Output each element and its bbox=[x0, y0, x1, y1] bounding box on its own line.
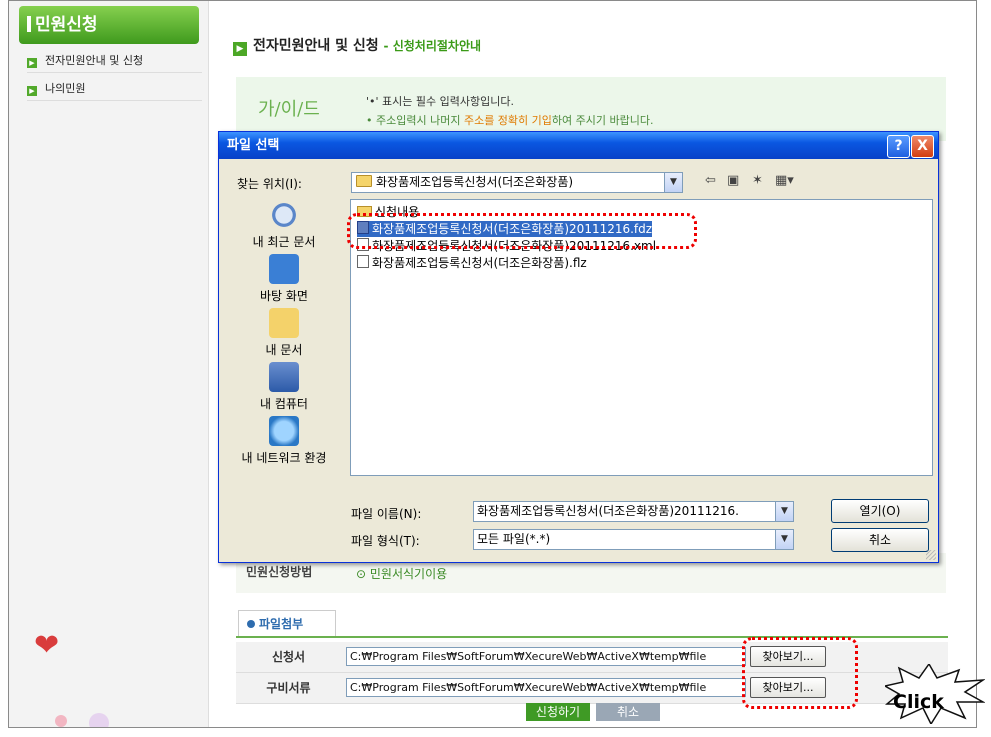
chevron-down-icon[interactable]: ▼ bbox=[775, 502, 793, 521]
method-label: 민원신청방법 bbox=[246, 565, 313, 579]
tab-file-attach[interactable]: 파일첨부 bbox=[238, 610, 336, 637]
application-file-input[interactable]: C:₩Program Files₩SoftForum₩XecureWeb₩Act… bbox=[346, 647, 746, 666]
sidebar-title: 민원신청 bbox=[19, 6, 199, 44]
filename-input[interactable]: 화장품제조업등록신청서(더조은화장품)20111216. ▼ bbox=[473, 501, 794, 522]
sidebar-item-my-petitions[interactable]: ▶ 나의민원 bbox=[27, 78, 202, 101]
filetype-label: 파일 형식(T): bbox=[351, 534, 420, 548]
chevron-down-icon[interactable]: ▼ bbox=[775, 530, 793, 549]
guide-address-note: • 주소입력시 나머지 주소를 정확히 기입하여 주시기 바랍니다. bbox=[366, 112, 653, 128]
sidebar-item-label: 전자민원안내 및 신청 bbox=[45, 54, 144, 67]
places-bar: 내 최근 문서 바탕 화면 내 문서 내 컴퓨터 내 네트워크 환경 bbox=[229, 200, 339, 475]
lookin-dropdown[interactable]: 화장품제조업등록신청서(더조은화장품) ▼ bbox=[351, 172, 683, 193]
arrow-icon: ▶ bbox=[27, 58, 37, 68]
guide-logo: 가/이/드 bbox=[258, 99, 320, 120]
bullet-icon bbox=[247, 620, 255, 628]
lookin-value: 화장품제조업등록신청서(더조은화장품) bbox=[376, 175, 574, 189]
view-menu-icon[interactable]: ▦▾ bbox=[775, 173, 794, 188]
sidebar-item-label: 나의민원 bbox=[45, 82, 86, 95]
dialog-title: 파일 선택 bbox=[227, 138, 280, 153]
page-title-text: 전자민원안내 및 신청 bbox=[253, 38, 379, 54]
place-desktop[interactable]: 바탕 화면 bbox=[229, 254, 339, 304]
desktop-icon bbox=[269, 254, 299, 284]
method-option[interactable]: ⊙ 민원서식기이용 bbox=[356, 565, 447, 582]
place-network[interactable]: 내 네트워크 환경 bbox=[229, 416, 339, 466]
flz-file-icon bbox=[357, 255, 369, 268]
filename-label: 파일 이름(N): bbox=[351, 507, 422, 521]
file-name: 화장품제조업등록신청서(더조은화장품).flz bbox=[372, 256, 587, 270]
place-label: 내 컴퓨터 bbox=[260, 397, 308, 411]
chevron-down-icon[interactable]: ▼ bbox=[664, 173, 682, 192]
dialog-cancel-button[interactable]: 취소 bbox=[831, 528, 929, 552]
place-label: 내 문서 bbox=[265, 343, 303, 357]
click-label: Click bbox=[893, 691, 944, 713]
help-button[interactable]: ? bbox=[887, 135, 910, 158]
close-button[interactable]: X bbox=[911, 135, 934, 158]
lookin-label: 찾는 위치(I): bbox=[237, 177, 302, 191]
sidebar-item-application[interactable]: ▶ 전자민원안내 및 신청 bbox=[27, 50, 202, 73]
documents-file-input[interactable]: C:₩Program Files₩SoftForum₩XecureWeb₩Act… bbox=[346, 678, 746, 697]
cancel-button[interactable]: 취소 bbox=[596, 703, 660, 721]
attach-label: 구비서류 bbox=[266, 681, 311, 695]
resize-grip[interactable] bbox=[926, 550, 936, 560]
tab-label: 파일첨부 bbox=[259, 617, 304, 631]
arrow-icon: ▶ bbox=[233, 42, 247, 56]
guide-text: 하여 주시기 바랍니다. bbox=[551, 114, 654, 127]
place-label: 바탕 화면 bbox=[260, 289, 308, 303]
back-icon[interactable]: ⇦ bbox=[705, 173, 716, 188]
page-subtitle[interactable]: - 신청처리절차안내 bbox=[384, 39, 481, 53]
arrow-icon: ▶ bbox=[27, 86, 37, 96]
network-icon bbox=[269, 416, 299, 446]
place-my-computer[interactable]: 내 컴퓨터 bbox=[229, 362, 339, 412]
filetype-value: 모든 파일(*.*) bbox=[477, 532, 551, 546]
up-folder-icon[interactable]: ▣ bbox=[727, 173, 739, 188]
heart-icon: ❤ bbox=[34, 628, 60, 663]
place-label: 내 네트워크 환경 bbox=[241, 451, 327, 465]
submit-button[interactable]: 신청하기 bbox=[526, 703, 590, 721]
recent-docs-icon bbox=[269, 200, 299, 230]
list-item-flz-file[interactable]: 화장품제조업등록신청서(더조은화장품).flz bbox=[357, 255, 587, 271]
new-folder-icon[interactable]: ✶ bbox=[752, 173, 763, 188]
guide-required-note: '•' 표시는 필수 입력사항입니다. bbox=[366, 95, 514, 108]
file-open-dialog: 파일 선택 ? X 찾는 위치(I): 화장품제조업등록신청서(더조은화장품) … bbox=[218, 131, 939, 563]
dialog-titlebar[interactable]: 파일 선택 ? X bbox=[219, 132, 938, 159]
open-button[interactable]: 열기(O) bbox=[831, 499, 929, 523]
place-label: 내 최근 문서 bbox=[252, 235, 316, 249]
sidebar-title-text: 민원신청 bbox=[35, 15, 98, 35]
highlight-browse-buttons bbox=[742, 637, 858, 709]
place-recent[interactable]: 내 최근 문서 bbox=[229, 200, 339, 250]
page-title: ▶ 전자민원안내 및 신청 - 신청처리절차안내 bbox=[233, 35, 481, 56]
filename-value: 화장품제조업등록신청서(더조은화장품)20111216. bbox=[477, 504, 739, 518]
my-documents-icon bbox=[269, 308, 299, 338]
guide-text: • 주소입력시 나머지 bbox=[366, 114, 461, 127]
folder-icon bbox=[356, 175, 372, 187]
place-my-documents[interactable]: 내 문서 bbox=[229, 308, 339, 358]
flower-decoration-icon bbox=[55, 713, 109, 727]
my-computer-icon bbox=[269, 362, 299, 392]
filetype-select[interactable]: 모든 파일(*.*) ▼ bbox=[473, 529, 794, 550]
highlight-selected-file bbox=[347, 213, 697, 249]
attach-label: 신청서 bbox=[271, 650, 306, 664]
guide-highlight: 주소를 정확히 기입 bbox=[463, 114, 552, 127]
sidebar: 민원신청 ▶ 전자민원안내 및 신청 ▶ 나의민원 ❤ bbox=[9, 1, 209, 727]
